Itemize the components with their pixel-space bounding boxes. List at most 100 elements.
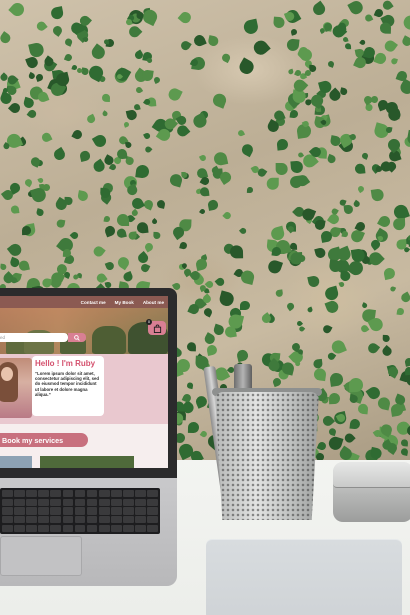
keyboard-key xyxy=(50,516,62,524)
notepad xyxy=(206,540,402,615)
ivy-leaf xyxy=(354,163,366,175)
keyboard-key xyxy=(14,498,25,506)
keyboard-key xyxy=(135,490,146,498)
keyboard-key xyxy=(74,516,86,524)
ivy-leaf xyxy=(404,366,410,376)
ivy-leaf xyxy=(136,11,144,20)
keyboard-key xyxy=(147,507,158,515)
laptop-screen: Contact me My Book About me ed 0 Hello !… xyxy=(0,296,168,468)
keyboard-key xyxy=(98,507,110,515)
keyboard-key xyxy=(62,507,74,515)
gallery-thumb[interactable] xyxy=(0,456,32,468)
ivy-leaf xyxy=(341,230,348,237)
keyboard-key xyxy=(2,490,13,498)
keyboard-key xyxy=(98,498,110,506)
ivy-leaf xyxy=(379,22,391,34)
nav-contact-link[interactable]: Contact me xyxy=(81,300,106,305)
keyboard-key xyxy=(14,507,25,515)
keyboard-key xyxy=(62,516,74,524)
keyboard-key xyxy=(98,516,110,524)
keyboard-key xyxy=(74,524,86,532)
ivy-leaf xyxy=(116,213,130,226)
keyboard-key xyxy=(26,524,37,532)
ivy-leaf xyxy=(116,228,127,239)
ivy-leaf xyxy=(396,307,404,316)
keyboard-key xyxy=(147,524,158,532)
keyboard-key xyxy=(147,516,158,524)
nav-about-link[interactable]: About me xyxy=(143,300,164,305)
search-input[interactable]: ed xyxy=(0,333,68,342)
gallery-thumb[interactable] xyxy=(40,456,134,468)
keyboard-key xyxy=(50,507,62,515)
ivy-leaf xyxy=(186,382,193,390)
ivy-leaf xyxy=(337,22,347,32)
keyboard-key xyxy=(111,516,122,524)
keyboard-key xyxy=(86,516,98,524)
nav-book-link[interactable]: My Book xyxy=(115,300,134,305)
keyboard-key xyxy=(50,490,62,498)
cart-count-badge: 0 xyxy=(146,319,152,325)
keyboard-key xyxy=(14,516,25,524)
keyboard-key xyxy=(98,490,110,498)
keyboard-key xyxy=(111,498,122,506)
keyboard-key xyxy=(2,516,13,524)
keyboard-key xyxy=(111,490,122,498)
keyboard-key xyxy=(98,524,110,532)
keyboard-key xyxy=(14,524,25,532)
intro-text: “Lorem ipsum dolor sit amet, consectetur… xyxy=(35,371,99,397)
ivy-leaf xyxy=(22,226,31,235)
keyboard xyxy=(0,488,160,534)
keyboard-key xyxy=(2,498,13,506)
keyboard-key xyxy=(38,516,49,524)
keyboard-key xyxy=(74,507,86,515)
keyboard-key xyxy=(62,498,74,506)
ivy-leaf xyxy=(382,334,390,342)
keyboard-key xyxy=(135,524,146,532)
keyboard-key xyxy=(2,524,13,532)
keyboard-key xyxy=(2,507,13,515)
keyboard-key xyxy=(86,507,98,515)
keyboard-key xyxy=(147,498,158,506)
ivy-leaf xyxy=(404,357,410,368)
ivy-leaf xyxy=(246,187,253,193)
keyboard-key xyxy=(86,490,98,498)
keyboard-key xyxy=(50,524,62,532)
ivy-leaf xyxy=(186,341,196,352)
keyboard-key xyxy=(86,524,98,532)
keyboard-key xyxy=(123,507,134,515)
metal-tin-lid xyxy=(333,462,410,488)
book-services-button[interactable]: Book my services xyxy=(0,433,88,447)
keyboard-key xyxy=(38,490,49,498)
ivy-leaf xyxy=(103,215,111,223)
ivy-leaf xyxy=(103,38,110,45)
site-nav: Contact me My Book About me xyxy=(0,296,168,308)
keyboard-key xyxy=(86,498,98,506)
ivy-leaf xyxy=(289,243,297,251)
ivy-leaf xyxy=(10,205,19,214)
search-button[interactable] xyxy=(68,333,86,342)
keyboard-key xyxy=(38,507,49,515)
keyboard-key xyxy=(123,490,134,498)
keyboard-key xyxy=(26,516,37,524)
keyboard-key xyxy=(38,524,49,532)
keyboard-key xyxy=(123,524,134,532)
profile-photo xyxy=(0,358,32,418)
keyboard-key xyxy=(111,507,122,515)
trackpad xyxy=(0,536,82,576)
keyboard-key xyxy=(74,498,86,506)
intro-title: Hello ! I'm Ruby xyxy=(35,359,96,368)
ivy-leaf xyxy=(357,403,369,414)
keyboard-key xyxy=(26,507,37,515)
keyboard-key xyxy=(26,498,37,506)
keyboard-key xyxy=(135,507,146,515)
ivy-leaf xyxy=(275,162,288,175)
keyboard-key xyxy=(123,516,134,524)
keyboard-key xyxy=(62,490,74,498)
ivy-leaf xyxy=(344,42,352,50)
keyboard-key xyxy=(123,498,134,506)
hero-banner xyxy=(0,308,168,354)
ivy-leaf xyxy=(101,94,110,103)
keyboard-key xyxy=(62,524,74,532)
mesh-pencil-holder xyxy=(215,392,319,520)
keyboard-key xyxy=(14,490,25,498)
